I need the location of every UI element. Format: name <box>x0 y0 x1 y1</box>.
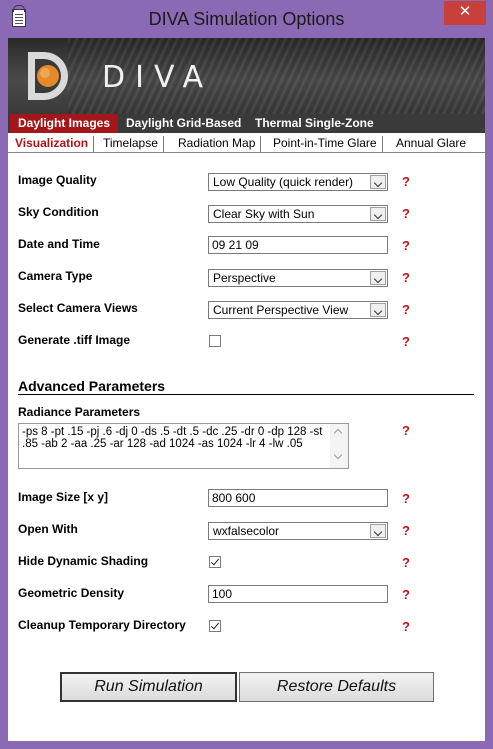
banner-title: DIVA <box>102 60 214 95</box>
camera-views-value: Current Perspective View <box>213 303 349 317</box>
camera-type-select[interactable]: Perspective <box>208 269 388 287</box>
chevron-down-icon[interactable] <box>370 303 386 317</box>
camera-views-select[interactable]: Current Perspective View <box>208 301 388 319</box>
image-quality-label: Image Quality <box>18 173 97 187</box>
help-icon[interactable]: ? <box>402 587 410 602</box>
tab-visualization[interactable]: Visualization <box>10 136 95 152</box>
tab-daylight-grid-based[interactable]: Daylight Grid-Based <box>118 114 249 133</box>
chevron-down-icon[interactable] <box>370 207 386 221</box>
camera-type-label: Camera Type <box>18 269 93 283</box>
help-icon[interactable]: ? <box>402 238 410 253</box>
hide-shading-checkbox[interactable] <box>209 556 221 568</box>
close-button[interactable]: ✕ <box>444 1 486 25</box>
section-divider <box>18 394 474 395</box>
sub-tab-bar: Visualization Timelapse Radiation Map Po… <box>8 133 485 153</box>
help-icon[interactable]: ? <box>402 555 410 570</box>
title-bar: DIVA Simulation Options ✕ <box>0 0 493 38</box>
tab-radiation-map[interactable]: Radiation Map <box>173 136 262 152</box>
chevron-down-icon[interactable] <box>370 271 386 285</box>
sky-condition-label: Sky Condition <box>18 205 99 219</box>
image-quality-select[interactable]: Low Quality (quick render) <box>208 173 388 191</box>
image-quality-value: Low Quality (quick render) <box>213 175 354 189</box>
geometric-density-input[interactable]: 100 <box>208 585 388 603</box>
geometric-density-label: Geometric Density <box>18 586 125 600</box>
app-window: DIVA Simulation Options ✕ DIVA Daylight … <box>0 0 493 749</box>
tab-annual-glare[interactable]: Annual Glare <box>391 136 471 152</box>
chevron-down-icon[interactable] <box>370 175 386 189</box>
tab-daylight-images[interactable]: Daylight Images <box>10 114 119 133</box>
scroll-down-icon[interactable] <box>333 450 343 460</box>
open-with-select[interactable]: wxfalsecolor <box>208 522 388 540</box>
window-title: DIVA Simulation Options <box>148 9 345 29</box>
tiff-checkbox[interactable] <box>209 335 221 347</box>
tiff-label: Generate .tiff Image <box>18 333 131 347</box>
banner: DIVA <box>8 38 485 114</box>
sky-condition-value: Clear Sky with Sun <box>213 207 315 221</box>
help-icon[interactable]: ? <box>402 523 410 538</box>
tab-point-in-time-glare[interactable]: Point-in-Time Glare <box>268 136 383 152</box>
help-icon[interactable]: ? <box>402 270 410 285</box>
scroll-up-icon[interactable] <box>333 428 343 438</box>
run-simulation-button[interactable]: Run Simulation <box>60 672 237 702</box>
cleanup-label: Cleanup Temporary Directory <box>18 618 186 632</box>
radiance-parameters-label: Radiance Parameters <box>18 405 141 419</box>
diva-logo-icon <box>28 52 68 100</box>
hide-shading-label: Hide Dynamic Shading <box>18 554 149 568</box>
cleanup-checkbox[interactable] <box>209 620 221 632</box>
client-area: DIVA Daylight Images Daylight Grid-Based… <box>8 38 485 741</box>
help-icon[interactable]: ? <box>402 302 410 317</box>
date-time-label: Date and Time <box>18 237 100 251</box>
tab-timelapse[interactable]: Timelapse <box>98 136 164 152</box>
help-icon[interactable]: ? <box>402 206 410 221</box>
sky-condition-select[interactable]: Clear Sky with Sun <box>208 205 388 223</box>
chevron-down-icon[interactable] <box>370 524 386 538</box>
camera-views-label: Select Camera Views <box>18 301 138 315</box>
image-size-label: Image Size [x y] <box>18 490 109 504</box>
help-icon[interactable]: ? <box>402 491 410 506</box>
help-icon[interactable]: ? <box>402 334 410 349</box>
restore-defaults-button[interactable]: Restore Defaults <box>239 672 434 702</box>
help-icon[interactable]: ? <box>402 619 410 634</box>
radiance-scrollbar[interactable] <box>330 424 348 468</box>
open-with-value: wxfalsecolor <box>213 524 280 538</box>
camera-type-value: Perspective <box>213 271 276 285</box>
tab-thermal-single-zone[interactable]: Thermal Single-Zone <box>247 114 382 133</box>
help-icon[interactable]: ? <box>402 423 410 438</box>
advanced-parameters-heading: Advanced Parameters <box>18 378 166 394</box>
open-with-label: Open With <box>18 522 78 536</box>
date-time-input[interactable]: 09 21 09 <box>208 236 388 254</box>
main-tab-bar: Daylight Images Daylight Grid-Based Ther… <box>8 114 485 133</box>
image-size-input[interactable]: 800 600 <box>208 489 388 507</box>
radiance-parameters-textarea[interactable]: -ps 8 -pt .15 -pj .6 -dj 0 -ds .5 -dt .5… <box>18 423 349 469</box>
help-icon[interactable]: ? <box>402 174 410 189</box>
